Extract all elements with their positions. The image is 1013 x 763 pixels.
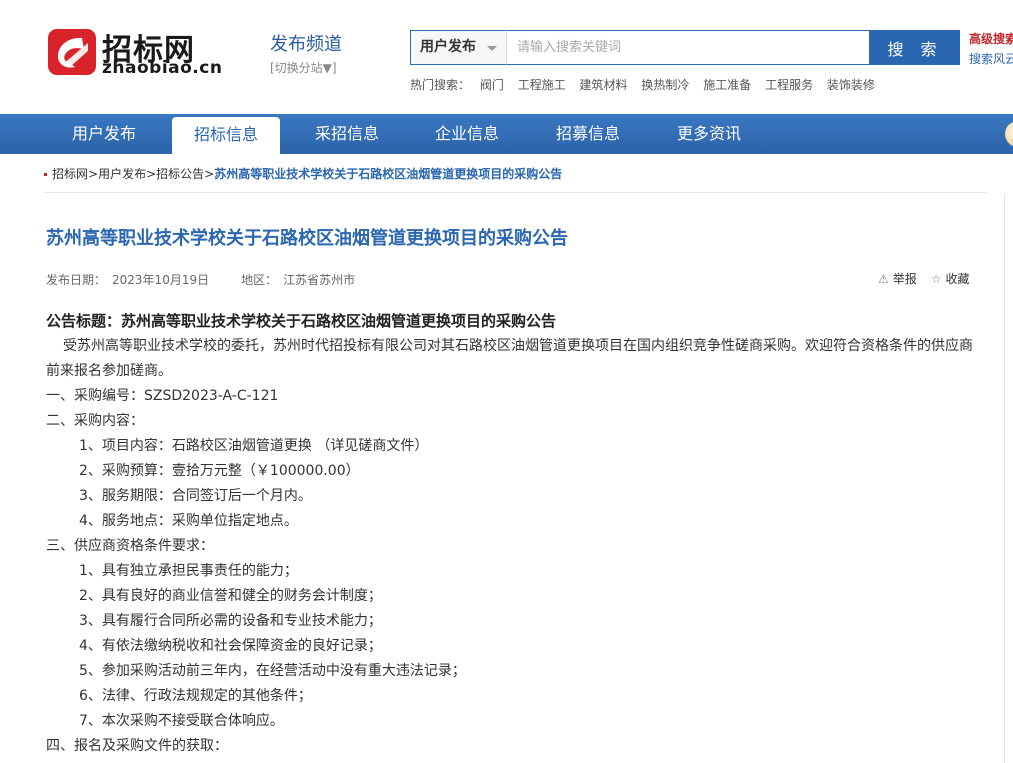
list-item: 4、有依法缴纳税收和社会保障资金的良好记录； (79, 638, 382, 654)
main-nav: 用户发布 招标信息 采招信息 企业信息 招募信息 更多资讯 (0, 114, 1013, 154)
logo-mark-icon (48, 29, 96, 75)
hot-search-label: 热门搜索： (410, 78, 471, 92)
warning-icon: ⚠ (878, 272, 889, 286)
breadcrumb: 招标网>用户发布>招标公告>苏州高等职业技术学校关于石路校区油烟管道更换项目的采… (44, 165, 562, 182)
nav-item-company-info[interactable]: 企业信息 (413, 114, 521, 154)
favorite-button[interactable]: 收藏 (946, 272, 970, 286)
column-divider (1004, 194, 1005, 763)
breadcrumb-divider (44, 192, 986, 193)
list-item: 1、具有独立承担民事责任的能力； (79, 563, 298, 579)
region-label: 地区： (241, 273, 278, 287)
hot-search-item[interactable]: 施工准备 (703, 78, 751, 92)
announcement-heading: 公告标题：苏州高等职业技术学校关于石路校区油烟管道更换项目的采购公告 (46, 312, 557, 330)
search-button[interactable]: 搜 索 (870, 30, 960, 65)
search-type-value: 用户发布 (420, 39, 476, 55)
logo-text-en: zhaobiao.cn (102, 58, 223, 78)
breadcrumb-separator: > (88, 167, 99, 181)
breadcrumb-current: 苏州高等职业技术学校关于石路校区油烟管道更换项目的采购公告 (214, 167, 563, 181)
list-item: 6、法律、行政法规规定的其他条件； (79, 688, 312, 704)
channel-title: 发布频道 (270, 34, 342, 55)
section-heading: 二、采购内容： (46, 413, 144, 429)
hot-searches: 热门搜索： 阀门 工程施工 建筑材料 换热制冷 施工准备 工程服务 装饰装修 (410, 76, 885, 93)
list-item: 3、服务期限：合同签订后一个月内。 (79, 488, 312, 504)
chevron-down-icon (487, 46, 497, 51)
list-item: 7、本次采购不接受联合体响应。 (79, 713, 284, 729)
article-meta: 发布日期： 2023年10月19日 地区： 江苏省苏州市 (46, 271, 361, 288)
breadcrumb-link-home[interactable]: 招标网 (52, 167, 88, 181)
hot-search-item[interactable]: 工程施工 (518, 78, 566, 92)
advanced-search-link[interactable]: 高级搜索 (969, 30, 1013, 47)
hot-search-item[interactable]: 换热制冷 (641, 78, 689, 92)
hot-search-item[interactable]: 阀门 (480, 78, 504, 92)
list-item: 1、项目内容：石路校区油烟管道更换 （详见磋商文件） (79, 438, 429, 454)
nav-item-tender-info[interactable]: 招标信息 (172, 117, 280, 154)
article-tools: ⚠ 举报 ☆ 收藏 (878, 270, 970, 287)
site-header: 招标网 zhaobiao.cn 发布频道 [切换分站▼] 用户发布 搜 索 高级… (0, 0, 1013, 114)
publish-date: 2023年10月19日 (112, 273, 210, 287)
report-button[interactable]: 举报 (893, 272, 917, 286)
section-heading: 三、供应商资格条件要求： (46, 538, 214, 554)
list-item: 4、服务地点：采购单位指定地点。 (79, 513, 298, 529)
nav-item-recruit-info[interactable]: 招募信息 (534, 114, 642, 154)
hot-search-item[interactable]: 建筑材料 (580, 78, 628, 92)
breadcrumb-separator: > (204, 167, 215, 181)
list-item: 2、采购预算：壹拾万元整（￥100000.00） (79, 463, 360, 479)
breadcrumb-link-tender-notice[interactable]: 招标公告 (156, 167, 204, 181)
page-title: 苏州高等职业技术学校关于石路校区油烟管道更换项目的采购公告 (46, 228, 568, 249)
section-heading: 四、报名及采购文件的获取： (46, 738, 228, 754)
search-input[interactable] (506, 30, 870, 65)
advanced-links: 高级搜索 搜索风云 (969, 30, 1013, 67)
publish-date-label: 发布日期： (46, 273, 107, 287)
breadcrumb-separator: > (146, 167, 157, 181)
region-value: 江苏省苏州市 (283, 273, 356, 287)
intro-paragraph: 受苏州高等职业技术学校的委托，苏州时代招投标有限公司对其石路校区油烟管道更换项目… (46, 338, 973, 379)
search-trends-link[interactable]: 搜索风云 (969, 50, 1013, 67)
nav-item-user-publish[interactable]: 用户发布 (50, 114, 158, 154)
nav-item-more-news[interactable]: 更多资讯 (655, 114, 763, 154)
list-item: 5、参加采购活动前三年内，在经营活动中没有重大违法记录； (79, 663, 466, 679)
article-body: 公告标题：苏州高等职业技术学校关于石路校区油烟管道更换项目的采购公告 受苏州高等… (46, 309, 980, 759)
star-icon: ☆ (930, 272, 942, 286)
search-bar: 用户发布 搜 索 (410, 30, 960, 65)
nav-item-procurement-info[interactable]: 采招信息 (293, 114, 401, 154)
section-heading: 一、采购编号：SZSD2023-A-C-121 (46, 388, 279, 404)
list-item: 3、具有履行合同所必需的设备和专业技术能力； (79, 613, 382, 629)
hot-search-item[interactable]: 工程服务 (765, 78, 813, 92)
search-type-select[interactable]: 用户发布 (410, 30, 506, 65)
hot-search-item[interactable]: 装饰装修 (827, 78, 875, 92)
site-logo[interactable]: 招标网 zhaobiao.cn (48, 27, 228, 79)
switch-station-link[interactable]: [切换分站▼] (270, 59, 342, 76)
channel-block: 发布频道 [切换分站▼] (270, 30, 342, 76)
breadcrumb-link-user-publish[interactable]: 用户发布 (98, 167, 146, 181)
bullet-icon (44, 173, 47, 176)
list-item: 2、具有良好的商业信誉和健全的财务会计制度； (79, 588, 382, 604)
